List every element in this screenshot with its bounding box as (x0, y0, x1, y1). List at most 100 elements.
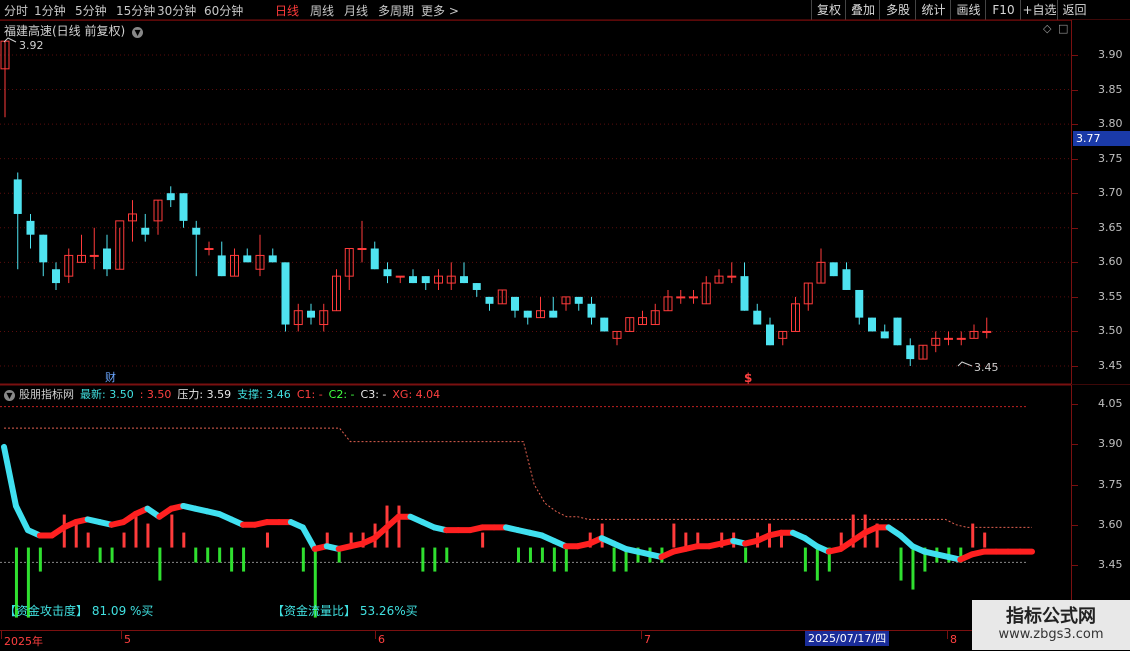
histogram-bar-down (421, 547, 425, 572)
candle-body-up (956, 337, 966, 340)
candle-body-down (740, 276, 749, 311)
candle-body-down (829, 262, 838, 277)
flow-label: 【资金流量比】 (272, 604, 357, 618)
candle-body-down (906, 345, 915, 360)
date-label: 6 (378, 633, 385, 646)
candle-body-down (166, 193, 175, 201)
price-axis-label: 3.70 (1098, 186, 1123, 200)
histogram-bar-down (528, 547, 532, 563)
histogram-bar-down (433, 547, 437, 572)
watermark-url: www.zbgs3.com (998, 627, 1104, 642)
dividend-marker: $ (744, 371, 752, 385)
histogram-bar-down (230, 547, 234, 572)
attack-value: 81.09 %买 (91, 604, 154, 618)
histogram-bar-down (803, 547, 807, 572)
histogram-bar-down (612, 547, 616, 572)
candle-body-down (103, 248, 111, 270)
histogram-bar-up (170, 514, 174, 548)
candle-body-up (982, 330, 992, 333)
histogram-bar-down (242, 547, 246, 572)
date-label: 8 (950, 633, 957, 646)
histogram-bar-up (182, 532, 186, 548)
candle-body-up (676, 296, 686, 299)
price-axis-tick (1072, 331, 1078, 333)
price-axis-label: 3.55 (1098, 289, 1123, 303)
candle-body-down (281, 262, 290, 325)
histogram-bar-down (911, 547, 915, 590)
date-label: 7 (644, 633, 651, 646)
histogram-bar-up (146, 523, 150, 548)
histogram-bar-down (564, 547, 568, 572)
price-axis-label: 3.50 (1098, 324, 1123, 338)
indicator-axis-tick (1072, 565, 1078, 566)
histogram-bar-up (983, 532, 987, 548)
candle-body-down (868, 317, 876, 332)
indicator-axis-label: 4.05 (1098, 397, 1123, 410)
candle-body-up (89, 254, 99, 257)
date-tick (1, 631, 2, 639)
candle-body-down (13, 179, 22, 214)
candle-body-down (893, 317, 902, 346)
price-axis-label: 3.65 (1098, 220, 1123, 234)
candle-body-up (727, 275, 737, 278)
candle-body-down (243, 255, 252, 263)
histogram-bar-down (815, 547, 819, 581)
candle-body-down (421, 276, 430, 284)
candle-body-down (192, 227, 201, 235)
candle-body-down (307, 310, 315, 318)
candle-body-down (141, 227, 150, 235)
histogram-bar-down (301, 547, 305, 572)
histogram-bar-up (74, 523, 78, 548)
histogram-bar-up (481, 532, 485, 548)
candle-body-down (523, 310, 532, 318)
candle-body-down (179, 193, 188, 221)
selected-date: 2025/07/17/四 (805, 631, 890, 646)
date-label: 5 (124, 633, 131, 646)
candle-body-down (268, 255, 277, 263)
price-axis-label: 3.60 (1098, 255, 1123, 269)
price-axis-tick (1072, 124, 1078, 126)
date-tick (121, 631, 122, 639)
indicator-axis-tick (1072, 524, 1078, 526)
price-axis-label: 3.45 (1098, 359, 1123, 372)
histogram-bar-down (540, 547, 544, 563)
indicator-line-segment (12, 502, 31, 534)
candle-body-down (217, 255, 226, 277)
candle-body-down (511, 296, 519, 311)
candle-body-down (39, 234, 48, 263)
candle-body-down (460, 276, 468, 284)
price-axis-label: 3.80 (1098, 117, 1123, 131)
histogram-bar-up (86, 532, 90, 548)
price-axis-tick (1072, 89, 1078, 91)
indicator-axis-label: 3.60 (1098, 517, 1123, 531)
candle-body-down (26, 220, 35, 235)
candle-body-up (689, 296, 698, 299)
candle-body-down (549, 310, 558, 318)
date-label: 2025年 (4, 635, 43, 648)
candle-body-down (766, 324, 774, 346)
date-tick (641, 631, 642, 639)
candle-body-up (204, 248, 214, 251)
indicator-line-segment (1, 443, 19, 509)
price-axis-tick (1072, 158, 1078, 160)
indicator-axis-label: 3.45 (1098, 558, 1123, 571)
date-axis: 2025年 5 6 7 8 (0, 630, 1071, 651)
flow-value: 53.26%买 (359, 604, 418, 618)
candle-body-down (587, 303, 596, 318)
date-tick (375, 631, 376, 639)
flow-text: 【资金流量比】 53.26%买 (272, 602, 418, 619)
histogram-bar-up (971, 523, 975, 548)
attack-label: 【资金攻击度】 (4, 604, 89, 618)
price-axis-tick (1072, 366, 1078, 367)
current-price-tag: 3.77 (1073, 131, 1130, 146)
candle-body-down (600, 317, 609, 332)
indicator-axis-tick (1072, 484, 1078, 486)
indicator-axis-label: 3.75 (1098, 477, 1123, 491)
candle-body-down (485, 296, 494, 304)
histogram-bar-up (672, 523, 676, 548)
histogram-bar-down (744, 547, 748, 563)
candle-body-down (842, 269, 851, 290)
histogram-bar-down (218, 547, 222, 563)
candle-body-up (357, 248, 367, 251)
histogram-bar-up (134, 514, 138, 548)
